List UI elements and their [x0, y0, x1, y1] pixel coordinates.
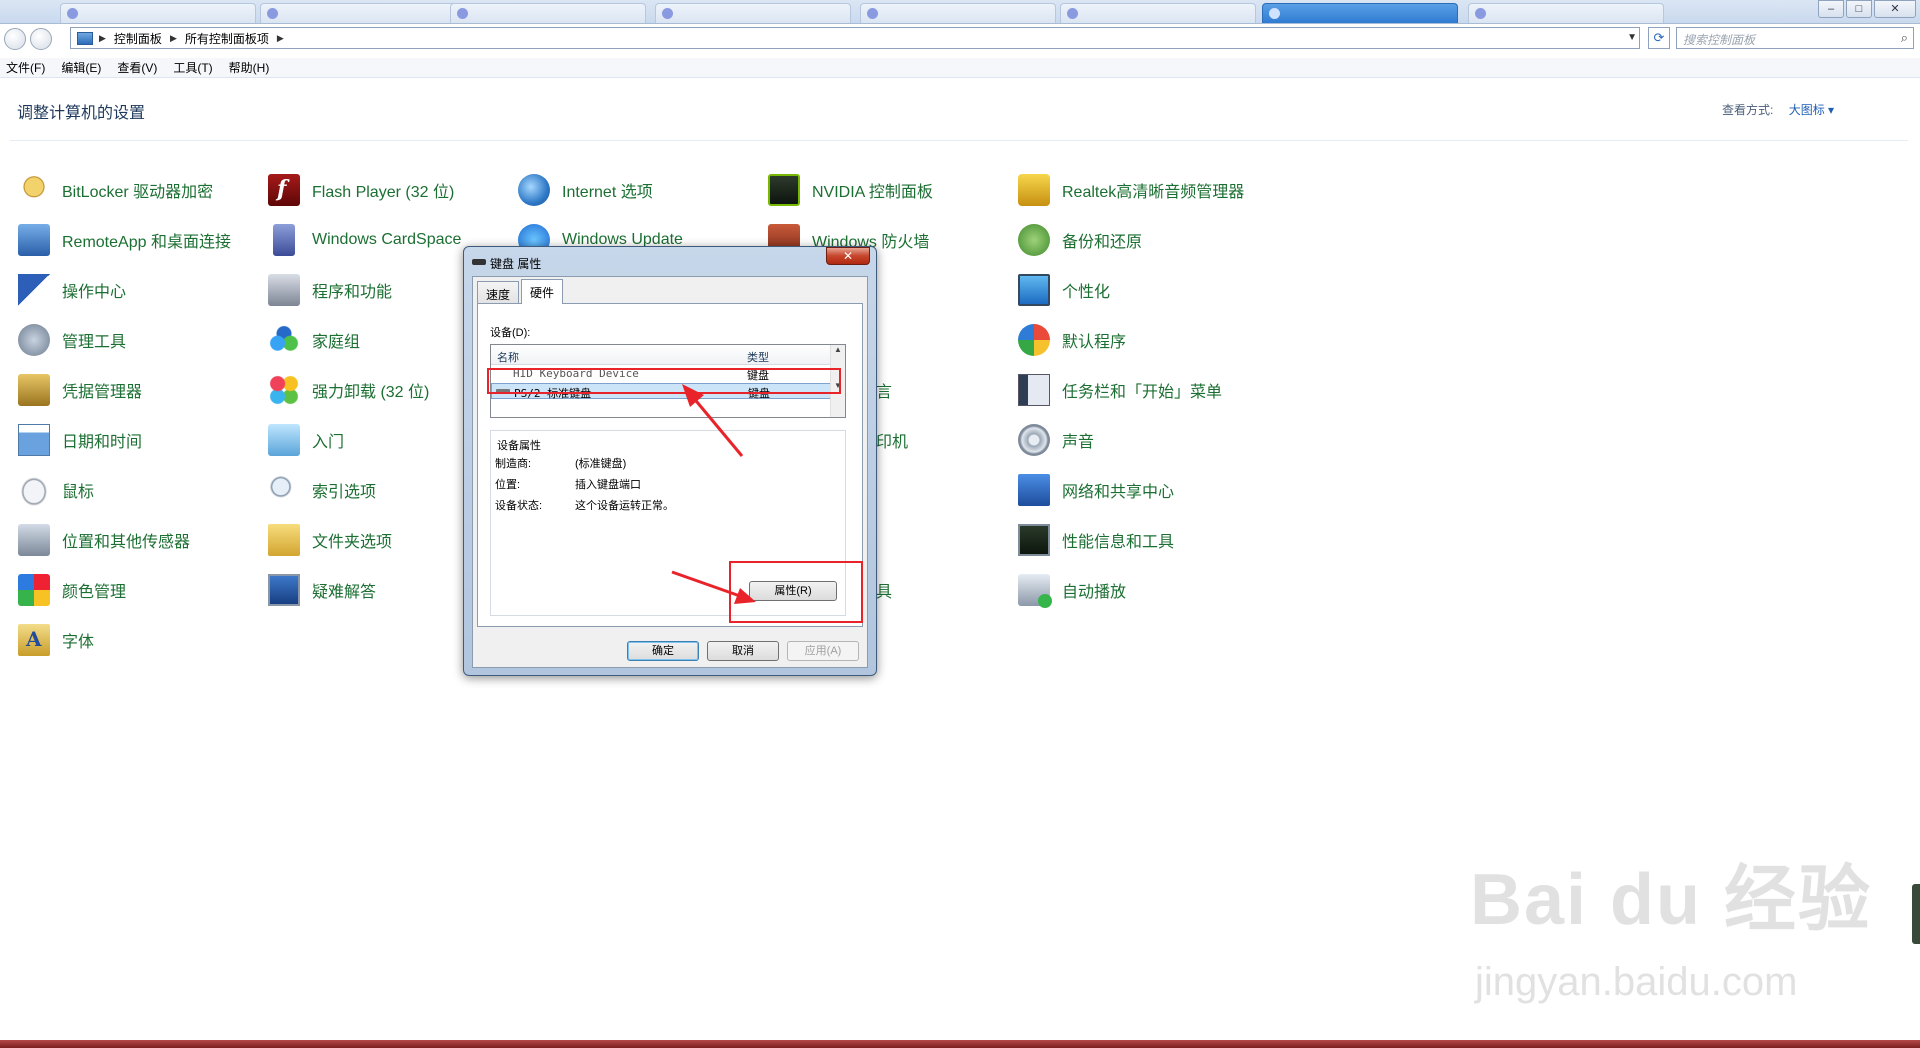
tab-hardware[interactable]: 硬件 — [521, 279, 564, 304]
baidu-watermark-url: jingyan.baidu.com — [1475, 960, 1798, 1004]
baidu-watermark: Bai du 经验 — [1470, 860, 1873, 940]
annotation-arrow-device — [690, 395, 744, 457]
annotation-arrow-properties — [671, 570, 741, 598]
annotation-arrowhead — [682, 384, 704, 407]
side-scroll-handle[interactable] — [1912, 884, 1920, 944]
windows-taskbar — [0, 1040, 1920, 1048]
annotation-arrowhead — [734, 588, 756, 604]
